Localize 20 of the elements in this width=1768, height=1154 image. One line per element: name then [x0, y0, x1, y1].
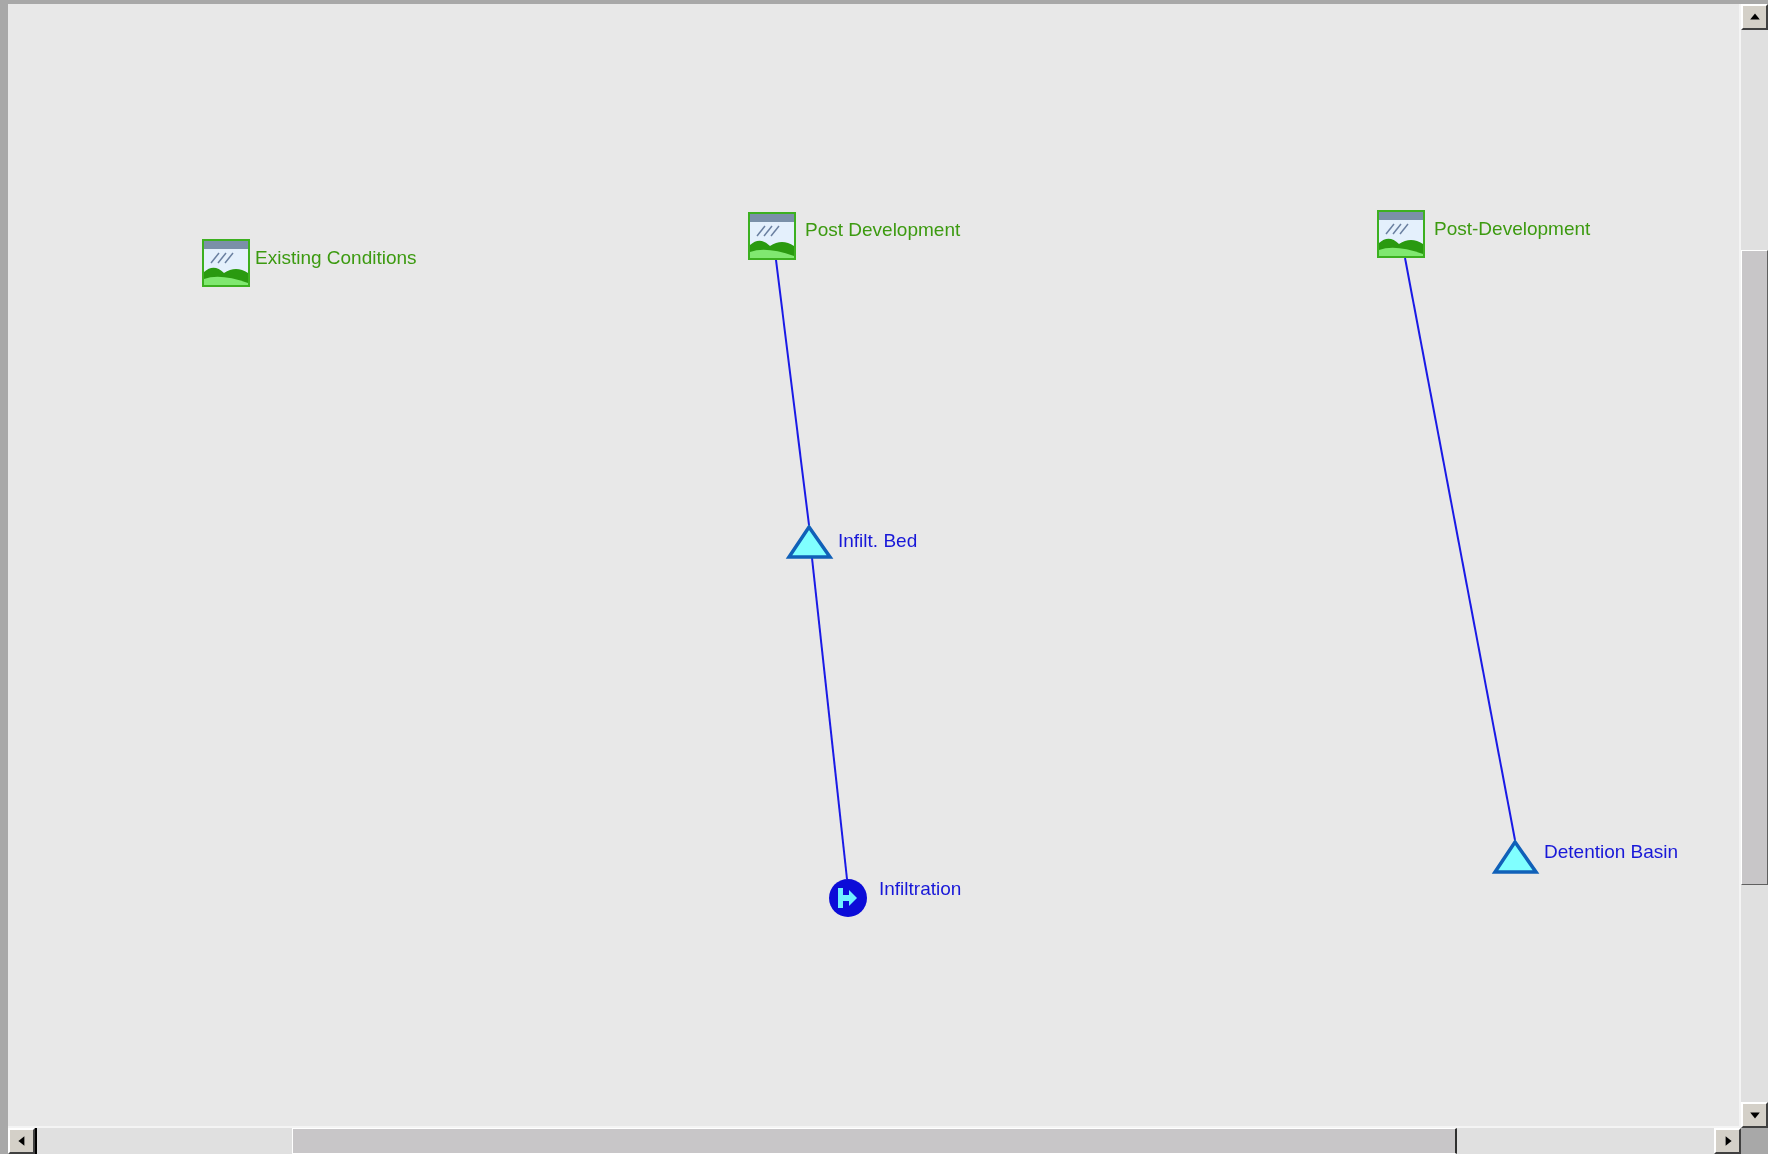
scroll-down-button[interactable]: [1741, 1102, 1768, 1128]
node-label: Existing Conditions: [255, 247, 417, 268]
node-label: Post Development: [805, 219, 961, 240]
scroll-thumb[interactable]: [292, 1128, 1457, 1154]
node-label: Infiltration: [879, 878, 962, 899]
scroll-right-button[interactable]: [1714, 1128, 1741, 1154]
vertical-scrollbar[interactable]: [1741, 4, 1768, 1128]
node-label: Post-Development: [1434, 218, 1591, 239]
scroll-left-button[interactable]: [8, 1128, 35, 1154]
scroll-up-button[interactable]: [1741, 4, 1768, 30]
subcatchment-icon[interactable]: [748, 212, 796, 260]
outlet-icon[interactable]: [829, 879, 867, 917]
triangle-icon[interactable]: [1491, 838, 1540, 874]
scroll-thumb[interactable]: [1741, 250, 1768, 885]
triangle-icon[interactable]: [785, 523, 834, 559]
horizontal-scrollbar[interactable]: [8, 1128, 1741, 1154]
node-label: Infilt. Bed: [838, 530, 918, 551]
node-label: Detention Basin: [1544, 841, 1679, 862]
subcatchment-icon[interactable]: [202, 239, 250, 287]
subcatchment-icon[interactable]: [1377, 210, 1425, 258]
